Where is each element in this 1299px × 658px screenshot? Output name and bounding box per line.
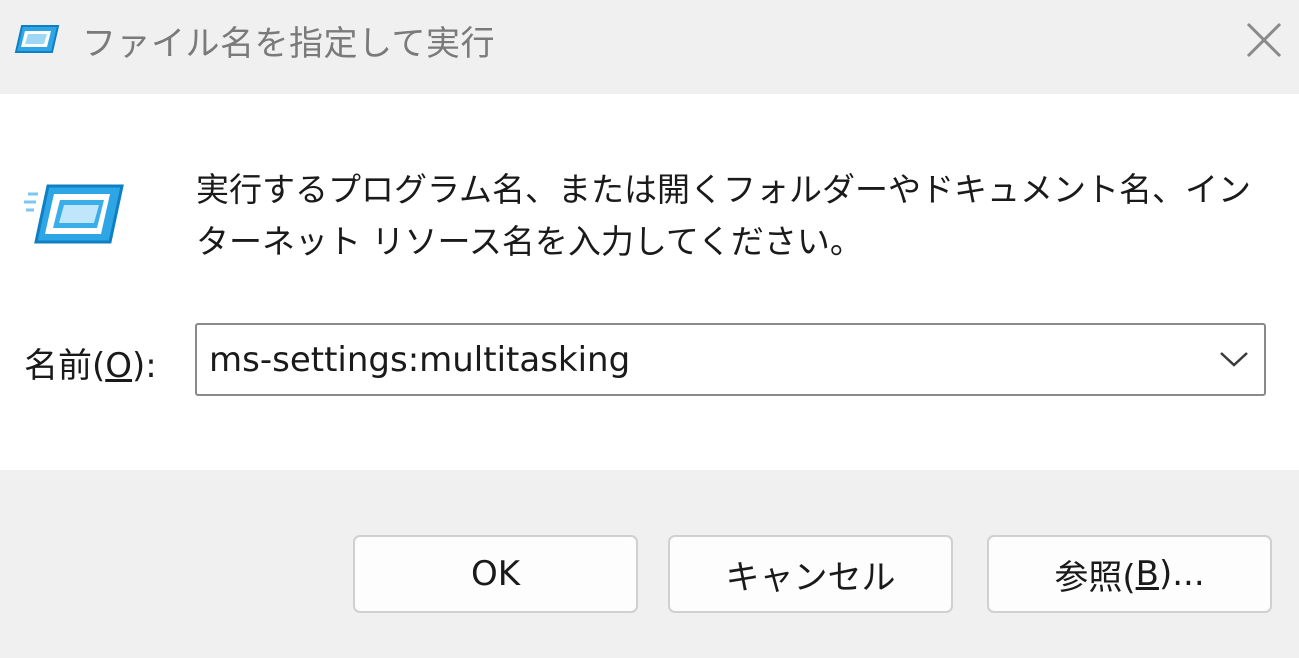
close-icon	[1246, 22, 1282, 58]
ok-button[interactable]: OK	[353, 535, 638, 613]
title-bar: ファイル名を指定して実行	[0, 0, 1299, 94]
browse-button[interactable]: 参照(B)...	[987, 535, 1272, 613]
instruction-text: 実行するプログラム名、または開くフォルダーやドキュメント名、インターネット リソ…	[196, 170, 1252, 261]
browse-accelerator: B	[1135, 554, 1159, 594]
window-title: ファイル名を指定して実行	[82, 24, 495, 64]
name-combobox[interactable]	[195, 323, 1266, 396]
run-dialog-icon	[14, 25, 60, 53]
name-input[interactable]	[209, 325, 1189, 394]
cancel-button[interactable]: キャンセル	[668, 535, 953, 613]
run-program-icon	[24, 184, 124, 244]
name-label: 名前(O):	[24, 346, 157, 386]
close-button[interactable]	[1236, 14, 1292, 66]
dropdown-button[interactable]	[1214, 339, 1254, 379]
dialog-content	[0, 94, 1299, 470]
chevron-down-icon	[1220, 352, 1248, 367]
name-accelerator: O	[105, 346, 133, 386]
